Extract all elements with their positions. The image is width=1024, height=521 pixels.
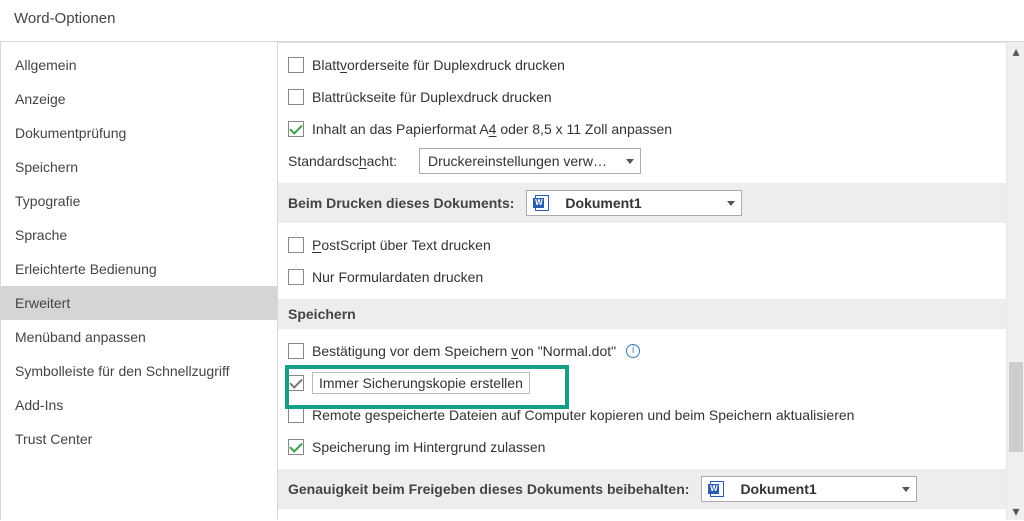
- scroll-thumb[interactable]: [1009, 362, 1023, 452]
- sidebar-item-addins[interactable]: Add-Ins: [1, 388, 277, 422]
- checkbox-label: Speicherung im Hintergrund zulassen: [312, 439, 545, 455]
- content-pane: Blattvorderseite für Duplexdruck drucken…: [278, 42, 1024, 520]
- section-print-doc: Beim Drucken dieses Dokuments: Dokument1: [278, 183, 1024, 223]
- checkbox-icon[interactable]: [288, 89, 304, 105]
- option-formdata[interactable]: Nur Formulardaten drucken: [288, 261, 1024, 293]
- chevron-down-icon: [902, 487, 910, 492]
- section-heading: Beim Drucken dieses Dokuments:: [288, 195, 514, 211]
- sidebar-item-trust[interactable]: Trust Center: [1, 422, 277, 456]
- vertical-scrollbar[interactable]: ▴ ▾: [1006, 42, 1024, 520]
- sidebar-item-ease[interactable]: Erleichterte Bedienung: [1, 252, 277, 286]
- checkbox-label: Remote gespeicherte Dateien auf Computer…: [312, 407, 854, 423]
- word-doc-icon: [535, 195, 549, 211]
- scroll-up-icon[interactable]: ▴: [1007, 42, 1024, 60]
- checkbox-icon[interactable]: [288, 121, 304, 137]
- option-backup-copy[interactable]: Immer Sicherungskopie erstellen: [288, 367, 1024, 399]
- section-fidelity: Genauigkeit beim Freigeben dieses Dokume…: [278, 469, 1024, 509]
- option-duplex-front[interactable]: Blattvorderseite für Duplexdruck drucken: [288, 49, 1024, 81]
- checkbox-label: Immer Sicherungskopie erstellen: [312, 372, 530, 394]
- print-doc-dropdown[interactable]: Dokument1: [526, 190, 742, 216]
- info-icon[interactable]: i: [626, 344, 640, 358]
- window-title: Word-Optionen: [0, 0, 1024, 41]
- sidebar-item-save[interactable]: Speichern: [1, 150, 277, 184]
- checkbox-label: Inhalt an das Papierformat A4 oder 8,5 x…: [312, 121, 672, 137]
- option-duplex-back[interactable]: Blattrückseite für Duplexdruck drucken: [288, 81, 1024, 113]
- dropdown-value: Dokument1: [740, 481, 816, 497]
- sidebar-item-ribbon[interactable]: Menüband anpassen: [1, 320, 277, 354]
- word-doc-icon: [710, 481, 724, 497]
- chevron-down-icon: [626, 159, 634, 164]
- checkbox-icon[interactable]: [288, 439, 304, 455]
- checkbox-icon[interactable]: [288, 407, 304, 423]
- section-heading: Genauigkeit beim Freigeben dieses Dokume…: [288, 481, 689, 497]
- sidebar-item-general[interactable]: Allgemein: [1, 48, 277, 82]
- checkbox-icon[interactable]: [288, 269, 304, 285]
- dropdown-value: Dokument1: [565, 195, 641, 211]
- checkbox-label: Blattrückseite für Duplexdruck drucken: [312, 89, 552, 105]
- option-confirm-normal[interactable]: Bestätigung vor dem Speichern von "Norma…: [288, 335, 1024, 367]
- scroll-down-icon[interactable]: ▾: [1007, 502, 1024, 520]
- checkbox-label: Bestätigung vor dem Speichern von "Norma…: [312, 343, 616, 359]
- sidebar-item-proofing[interactable]: Dokumentprüfung: [1, 116, 277, 150]
- sidebar-item-display[interactable]: Anzeige: [1, 82, 277, 116]
- checkbox-icon[interactable]: [288, 57, 304, 73]
- option-background-save[interactable]: Speicherung im Hintergrund zulassen: [288, 431, 1024, 463]
- checkbox-icon[interactable]: [288, 343, 304, 359]
- options-sidebar: Allgemein Anzeige Dokumentprüfung Speich…: [0, 42, 278, 520]
- sidebar-item-qat[interactable]: Symbolleiste für den Schnellzugriff: [1, 354, 277, 388]
- checkbox-label: Nur Formulardaten drucken: [312, 269, 483, 285]
- main-area: Allgemein Anzeige Dokumentprüfung Speich…: [0, 41, 1024, 520]
- tray-dropdown[interactable]: Druckereinstellungen verw…: [419, 148, 641, 174]
- section-heading: Speichern: [288, 306, 356, 322]
- sidebar-item-advanced[interactable]: Erweitert: [1, 286, 277, 320]
- section-save: Speichern: [278, 299, 1024, 329]
- option-remote-copy[interactable]: Remote gespeicherte Dateien auf Computer…: [288, 399, 1024, 431]
- checkbox-label: PostScript über Text drucken: [312, 237, 491, 253]
- tray-label: Standardschacht:: [288, 153, 397, 169]
- option-postscript[interactable]: PostScript über Text drucken: [288, 229, 1024, 261]
- sidebar-item-language[interactable]: Sprache: [1, 218, 277, 252]
- fidelity-doc-dropdown[interactable]: Dokument1: [701, 476, 917, 502]
- dropdown-value: Druckereinstellungen verw…: [428, 153, 607, 169]
- option-scale-a4[interactable]: Inhalt an das Papierformat A4 oder 8,5 x…: [288, 113, 1024, 145]
- checkbox-icon[interactable]: [288, 237, 304, 253]
- checkbox-label: Blattvorderseite für Duplexdruck drucken: [312, 57, 565, 73]
- checkbox-icon[interactable]: [288, 375, 304, 391]
- chevron-down-icon: [727, 201, 735, 206]
- option-default-tray: Standardschacht: Druckereinstellungen ve…: [288, 145, 1024, 177]
- sidebar-item-typography[interactable]: Typografie: [1, 184, 277, 218]
